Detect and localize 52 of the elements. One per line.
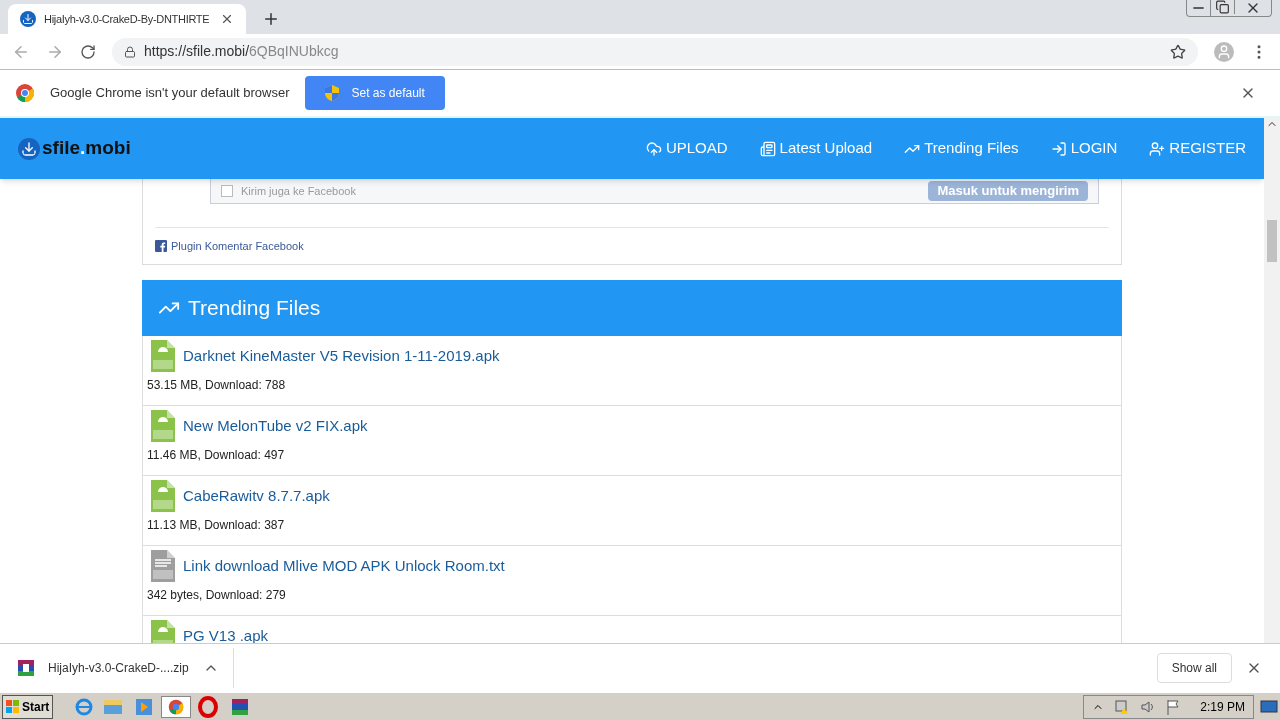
new-tab-icon[interactable] <box>262 10 280 28</box>
newspaper-icon <box>759 140 776 157</box>
show-desktop-icon[interactable] <box>1260 698 1278 715</box>
scrollbar-thumb[interactable] <box>1267 220 1277 262</box>
apk-file-icon <box>151 340 175 372</box>
address-bar[interactable]: https://sfile.mobi/6QBqINUbkcg <box>112 37 1198 66</box>
bookmark-star-icon[interactable] <box>1170 43 1186 60</box>
close-icon[interactable] <box>220 12 234 26</box>
site-logo[interactable]: sfile.mobi <box>18 134 131 163</box>
clock: 2:19 PM <box>1200 698 1245 716</box>
chrome-logo-icon[interactable] <box>161 695 192 718</box>
download-filename: HijaIyh-v3.0-CrakeD-....zip <box>48 660 189 677</box>
download-icon <box>18 137 40 160</box>
cloud-upload-icon <box>645 140 662 157</box>
plugin-link[interactable]: Plugin Komentar Facebook <box>171 237 304 255</box>
infobar-message: Google Chrome isn't your default browser <box>50 84 290 103</box>
user-plus-icon <box>1149 140 1166 157</box>
chrome-logo-icon <box>16 84 34 102</box>
browser-e-icon[interactable] <box>75 697 94 716</box>
file-meta: 342 bytes, Download: 279 <box>147 587 287 604</box>
url-text: https://sfile.mobi/6QBqINUbkcg <box>144 42 340 61</box>
download-item[interactable]: HijaIyh-v3.0-CrakeD-....zip <box>18 648 234 688</box>
file-link[interactable]: Link download Mlive MOD APK Unlock Room.txt <box>183 554 505 578</box>
archive-icon <box>18 660 34 676</box>
facebook-icon <box>155 240 167 252</box>
file-link[interactable]: New MelonTube v2 FIX.apk <box>183 414 368 438</box>
apk-file-icon <box>151 480 175 512</box>
apk-file-icon <box>151 410 175 442</box>
download-icon <box>20 11 36 27</box>
text-file-icon <box>151 550 175 582</box>
trending-title: Trending Files <box>188 295 321 322</box>
lock-icon <box>124 45 136 58</box>
browser-tab[interactable]: HijaIyh-v3.0-CrakeD-By-DNTHIRTE <box>8 4 246 34</box>
tab-title: HijaIyh-v3.0-CrakeD-By-DNTHIRTE <box>44 11 211 27</box>
apk-file-icon <box>151 620 175 643</box>
facebook-checkbox[interactable] <box>221 185 233 197</box>
file-link[interactable]: Darknet KineMaster V5 Revision 1-11-2019.apk <box>183 344 500 368</box>
opera-icon[interactable] <box>197 695 220 718</box>
shield-icon <box>325 85 340 101</box>
file-meta: 11.13 MB, Download: 387 <box>147 517 286 534</box>
start-button[interactable]: Start <box>2 694 54 719</box>
file-meta: 11.46 MB, Download: 497 <box>147 447 286 464</box>
file-link[interactable]: PG V13 .apk <box>183 624 269 643</box>
set-default-button[interactable]: Set as default <box>305 76 445 110</box>
file-link[interactable]: CabeRawitv 8.7.7.apk <box>183 484 330 508</box>
flag-icon[interactable] <box>1166 698 1181 715</box>
reload-icon[interactable] <box>80 43 96 60</box>
show-all-button[interactable]: Show all <box>1156 653 1232 683</box>
windows-logo-icon <box>6 699 20 714</box>
file-meta: 53.15 MB, Download: 788 <box>147 377 287 394</box>
sign-in-icon <box>1050 140 1067 157</box>
checkbox-label: Kirim juga ke Facebook <box>241 183 356 199</box>
